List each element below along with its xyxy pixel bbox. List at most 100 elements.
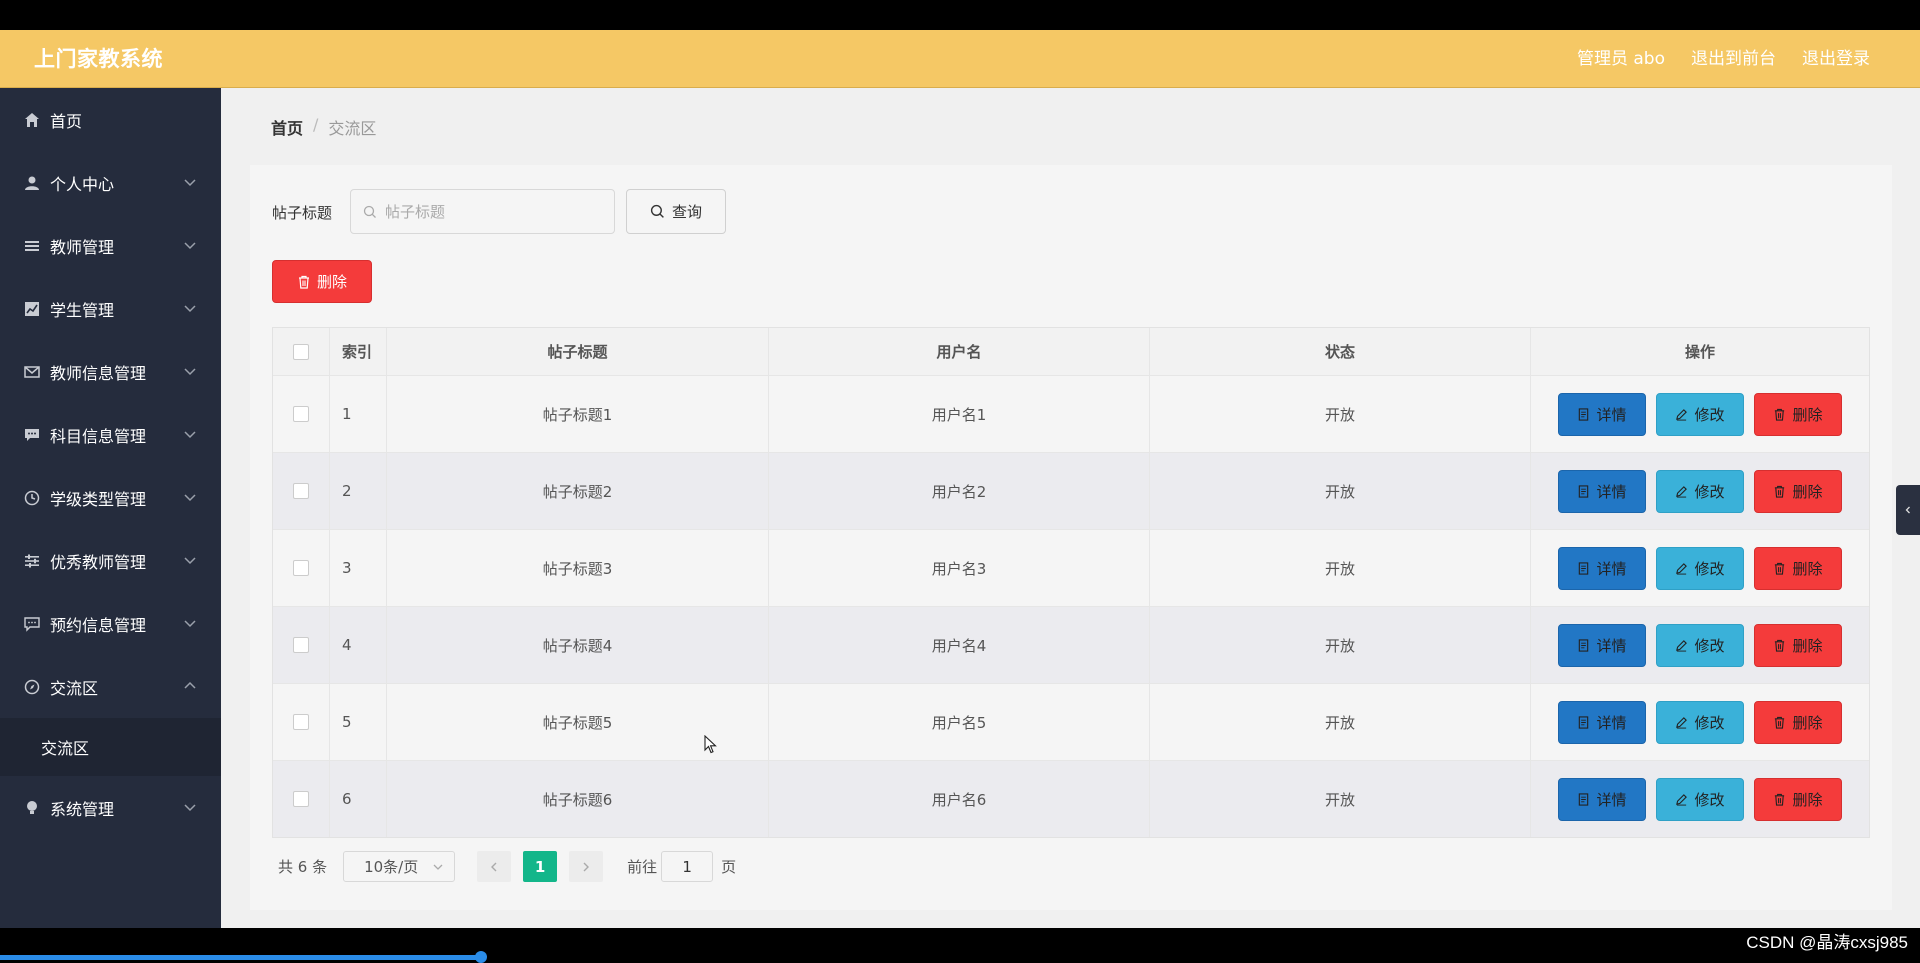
- table-header-row: 索引 帖子标题 用户名 状态 操作: [273, 328, 1869, 375]
- edit-icon: [1676, 562, 1688, 575]
- delete-button[interactable]: 删除: [1754, 469, 1842, 513]
- table-row: 2 帖子标题2 用户名2 开放 详情 修改 删除: [273, 452, 1869, 529]
- breadcrumb: 首页 / 交流区: [271, 115, 376, 139]
- sidebar-item-label: 教师信息管理: [50, 363, 147, 383]
- delete-button[interactable]: 删除: [1754, 546, 1842, 590]
- edit-icon: [1676, 408, 1688, 421]
- trash-icon: [1775, 485, 1785, 498]
- detail-label: 详情: [1596, 713, 1627, 732]
- sidebar-item-booking[interactable]: 预约信息管理: [0, 592, 221, 655]
- cell-user: 用户名4: [769, 607, 1150, 683]
- sidebar-item-student[interactable]: 学生管理: [0, 277, 221, 340]
- chevron-down-icon: [184, 368, 196, 376]
- delete-button[interactable]: 删除: [1754, 700, 1842, 744]
- edit-button[interactable]: 修改: [1656, 392, 1744, 436]
- chevron-down-icon: [184, 620, 196, 628]
- sidebar-item-subject-info[interactable]: 科目信息管理: [0, 403, 221, 466]
- sidebar-item-forum[interactable]: 交流区: [0, 655, 221, 718]
- page-number-current[interactable]: 1: [523, 851, 558, 882]
- edit-button[interactable]: 修改: [1656, 546, 1744, 590]
- detail-button[interactable]: 详情: [1558, 469, 1646, 513]
- delete-button[interactable]: 删除: [1754, 392, 1842, 436]
- logout-link[interactable]: 退出登录: [1802, 44, 1870, 69]
- row-checkbox[interactable]: [293, 791, 309, 807]
- detail-button[interactable]: 详情: [1558, 623, 1646, 667]
- delete-label: 删除: [1792, 405, 1823, 424]
- chevron-down-icon: [184, 557, 196, 565]
- sidebar-item-home[interactable]: 首页: [0, 88, 221, 151]
- row-checkbox[interactable]: [293, 714, 309, 730]
- cell-status: 开放: [1150, 607, 1531, 683]
- search-input[interactable]: [385, 202, 605, 221]
- edit-label: 修改: [1694, 713, 1725, 732]
- video-progress-handle[interactable]: [475, 951, 487, 963]
- sidebar-item-label: 首页: [50, 111, 83, 131]
- query-button[interactable]: 查询: [626, 189, 726, 234]
- sidebar-item-system[interactable]: 系统管理: [0, 776, 221, 839]
- batch-delete-button[interactable]: 删除: [272, 260, 372, 303]
- delete-label: 删除: [1792, 713, 1823, 732]
- row-check-cell: [273, 453, 330, 529]
- sidebar-item-teacher-info[interactable]: 教师信息管理: [0, 340, 221, 403]
- detail-button[interactable]: 详情: [1558, 700, 1646, 744]
- document-icon: [1579, 407, 1589, 421]
- delete-label: 删除: [1792, 559, 1823, 578]
- detail-button[interactable]: 详情: [1558, 546, 1646, 590]
- cell-ops: 详情 修改 删除: [1531, 761, 1869, 837]
- video-progress-bar[interactable]: [0, 955, 480, 960]
- trash-icon: [1775, 716, 1785, 729]
- edit-button[interactable]: 修改: [1656, 469, 1744, 513]
- table-body: 1 帖子标题1 用户名1 开放 详情 修改 删除 2 帖子标题2 用户名2 开放 详情 修改 删除 3 帖子标…: [273, 375, 1869, 837]
- edit-button[interactable]: 修改: [1656, 777, 1744, 821]
- delete-label: 删除: [1792, 790, 1823, 809]
- page-unit-label: 页: [721, 858, 737, 876]
- sidebar-item-label: 学级类型管理: [50, 489, 147, 509]
- delete-button[interactable]: 删除: [1754, 623, 1842, 667]
- home-icon: [23, 111, 41, 129]
- row-checkbox[interactable]: [293, 637, 309, 653]
- message-icon: [23, 615, 41, 633]
- collapse-panel-tab[interactable]: [1896, 485, 1920, 535]
- row-checkbox[interactable]: [293, 560, 309, 576]
- document-icon: [1579, 561, 1589, 575]
- document-icon: [1579, 715, 1589, 729]
- search-icon: [650, 204, 664, 218]
- cell-ops: 详情 修改 删除: [1531, 607, 1869, 683]
- edit-label: 修改: [1694, 482, 1725, 501]
- delete-button[interactable]: 删除: [1754, 777, 1842, 821]
- chevron-up-icon: [184, 681, 196, 689]
- prev-page-button[interactable]: [477, 851, 512, 882]
- admin-user-link[interactable]: 管理员 abo: [1577, 44, 1665, 69]
- detail-button[interactable]: 详情: [1558, 777, 1646, 821]
- cell-index: 3: [330, 530, 387, 606]
- delete-label: 删除: [1792, 482, 1823, 501]
- edit-button[interactable]: 修改: [1656, 700, 1744, 744]
- chevron-down-icon: [184, 305, 196, 313]
- page-size-select[interactable]: 10条/页: [343, 851, 456, 882]
- sidebar-item-teacher[interactable]: 教师管理: [0, 214, 221, 277]
- detail-button[interactable]: 详情: [1558, 392, 1646, 436]
- edit-button[interactable]: 修改: [1656, 623, 1744, 667]
- header-check-cell: [273, 328, 330, 375]
- cell-ops: 详情 修改 删除: [1531, 684, 1869, 760]
- sidebar-subitem-forum[interactable]: 交流区: [0, 718, 221, 776]
- breadcrumb-home[interactable]: 首页: [271, 115, 303, 139]
- row-checkbox[interactable]: [293, 406, 309, 422]
- exit-to-front-link[interactable]: 退出到前台: [1691, 44, 1776, 69]
- pagination: 共 6 条 10条/页 1 前往 页: [272, 851, 736, 882]
- sidebar-item-personal[interactable]: 个人中心: [0, 151, 221, 214]
- edit-icon: [1676, 485, 1688, 498]
- sidebar-item-label: 教师管理: [50, 237, 115, 257]
- select-all-checkbox[interactable]: [293, 343, 309, 360]
- search-field[interactable]: [350, 189, 615, 234]
- sidebar-item-grade-type[interactable]: 学级类型管理: [0, 466, 221, 529]
- row-checkbox[interactable]: [293, 483, 309, 499]
- next-page-button[interactable]: [569, 851, 604, 882]
- cell-index: 6: [330, 761, 387, 837]
- document-icon: [1579, 484, 1589, 498]
- edit-label: 修改: [1694, 790, 1725, 809]
- sidebar-item-excellent-teacher[interactable]: 优秀教师管理: [0, 529, 221, 592]
- search-label: 帖子标题: [272, 204, 333, 222]
- cell-index: 2: [330, 453, 387, 529]
- goto-page-input[interactable]: [661, 851, 714, 882]
